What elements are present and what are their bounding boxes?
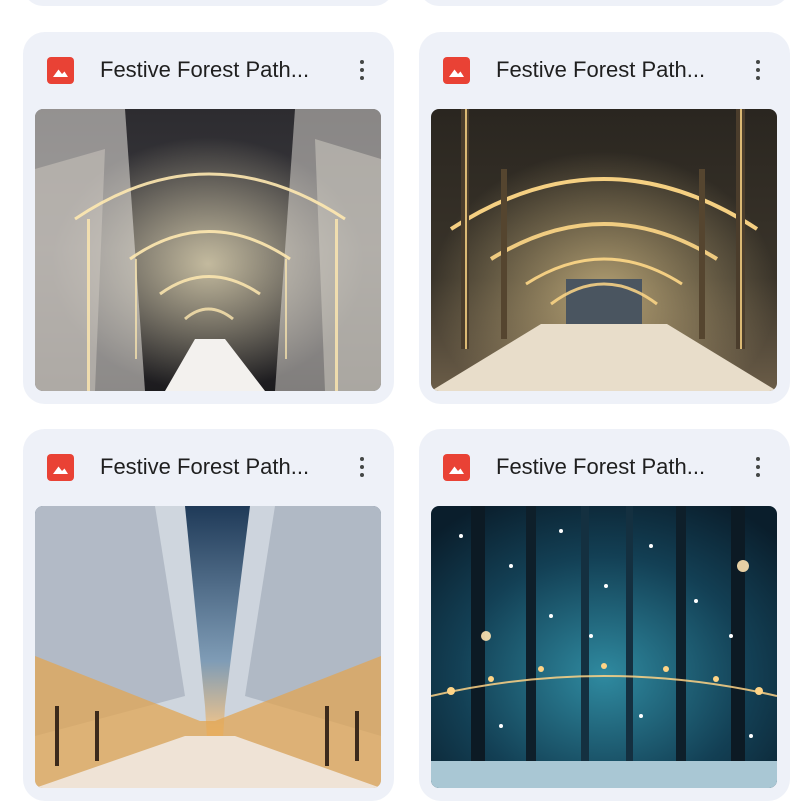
file-thumbnail[interactable]: [35, 109, 381, 391]
file-card-header: Festive Forest Path...: [23, 429, 394, 505]
image-file-icon: [47, 57, 74, 84]
file-title[interactable]: Festive Forest Path...: [100, 453, 336, 481]
more-vert-icon[interactable]: [740, 449, 776, 485]
file-card-partial[interactable]: [23, 0, 394, 6]
more-vert-icon[interactable]: [344, 52, 380, 88]
file-thumbnail[interactable]: [35, 506, 381, 788]
file-card-partial[interactable]: [419, 0, 790, 6]
file-title[interactable]: Festive Forest Path...: [496, 453, 732, 481]
image-file-icon: [443, 57, 470, 84]
file-card-header: Festive Forest Path...: [23, 32, 394, 108]
file-card[interactable]: Festive Forest Path...: [419, 32, 790, 404]
file-title[interactable]: Festive Forest Path...: [496, 56, 732, 84]
file-card-header: Festive Forest Path...: [419, 32, 790, 108]
file-card[interactable]: Festive Forest Path...: [23, 32, 394, 404]
image-file-icon: [443, 454, 470, 481]
file-card-header: Festive Forest Path...: [419, 429, 790, 505]
file-card[interactable]: Festive Forest Path...: [23, 429, 394, 801]
file-thumbnail[interactable]: [431, 506, 777, 788]
more-vert-icon[interactable]: [344, 449, 380, 485]
file-grid: Festive Forest Path... Festive Forest Pa…: [0, 0, 800, 808]
file-card[interactable]: Festive Forest Path...: [419, 429, 790, 801]
image-file-icon: [47, 454, 74, 481]
file-thumbnail[interactable]: [431, 109, 777, 391]
more-vert-icon[interactable]: [740, 52, 776, 88]
file-title[interactable]: Festive Forest Path...: [100, 56, 336, 84]
